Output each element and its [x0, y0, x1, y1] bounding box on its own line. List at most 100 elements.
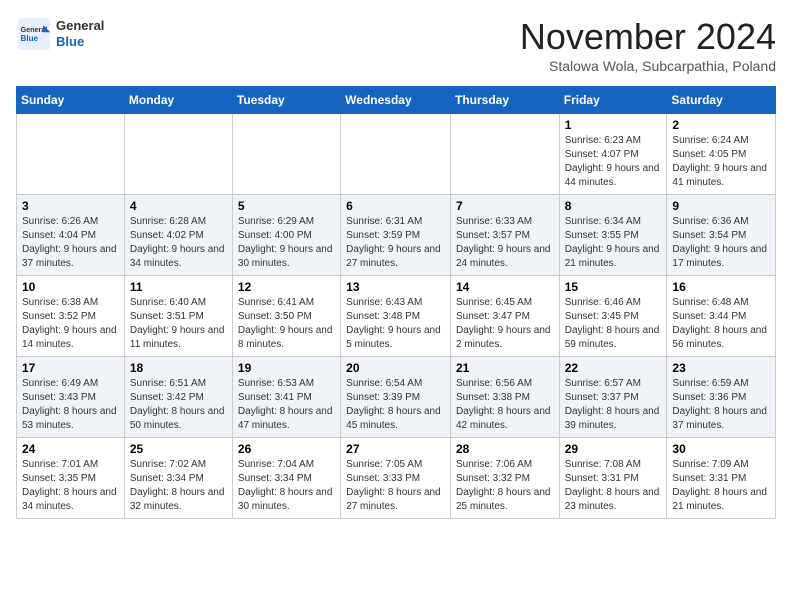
week-row-4: 17 Sunrise: 6:49 AM Sunset: 3:43 PM Dayli… [17, 357, 776, 438]
day-cell: 21 Sunrise: 6:56 AM Sunset: 3:38 PM Dayli… [450, 357, 559, 438]
day-info: Sunrise: 6:31 AM Sunset: 3:59 PM Dayligh… [346, 215, 445, 271]
day-info: Sunrise: 6:24 AM Sunset: 4:05 PM Dayligh… [672, 134, 770, 190]
day-number: 26 [238, 442, 335, 456]
day-cell [124, 114, 232, 195]
day-info: Sunrise: 6:59 AM Sunset: 3:36 PM Dayligh… [672, 377, 770, 433]
day-number: 19 [238, 361, 335, 375]
day-number: 8 [565, 199, 662, 213]
day-number: 22 [565, 361, 662, 375]
day-info: Sunrise: 6:41 AM Sunset: 3:50 PM Dayligh… [238, 296, 335, 352]
day-info: Sunrise: 6:40 AM Sunset: 3:51 PM Dayligh… [130, 296, 227, 352]
day-info: Sunrise: 6:46 AM Sunset: 3:45 PM Dayligh… [565, 296, 662, 352]
week-row-2: 3 Sunrise: 6:26 AM Sunset: 4:04 PM Daylig… [17, 195, 776, 276]
day-info: Sunrise: 6:54 AM Sunset: 3:39 PM Dayligh… [346, 377, 445, 433]
header-cell-thursday: Thursday [450, 87, 559, 114]
day-cell: 26 Sunrise: 7:04 AM Sunset: 3:34 PM Dayli… [232, 438, 340, 519]
calendar-table: SundayMondayTuesdayWednesdayThursdayFrid… [16, 86, 776, 519]
day-number: 6 [346, 199, 445, 213]
day-number: 30 [672, 442, 770, 456]
day-cell [232, 114, 340, 195]
day-cell: 9 Sunrise: 6:36 AM Sunset: 3:54 PM Daylig… [667, 195, 776, 276]
day-cell: 7Sunrise: 6:33 AM Sunset: 3:57 PM Daylig… [450, 195, 559, 276]
day-info: Sunrise: 6:26 AM Sunset: 4:04 PM Dayligh… [22, 215, 119, 271]
day-cell: 23 Sunrise: 6:59 AM Sunset: 3:36 PM Dayli… [667, 357, 776, 438]
day-info: Sunrise: 6:23 AM Sunset: 4:07 PM Dayligh… [565, 134, 662, 190]
day-cell: 25 Sunrise: 7:02 AM Sunset: 3:34 PM Dayli… [124, 438, 232, 519]
day-number: 27 [346, 442, 445, 456]
day-info: Sunrise: 6:28 AM Sunset: 4:02 PM Dayligh… [130, 215, 227, 271]
day-cell: 14Sunrise: 6:45 AM Sunset: 3:47 PM Dayli… [450, 276, 559, 357]
day-info: Sunrise: 6:49 AM Sunset: 3:43 PM Dayligh… [22, 377, 119, 433]
header-cell-wednesday: Wednesday [341, 87, 451, 114]
day-number: 24 [22, 442, 119, 456]
day-cell: 4 Sunrise: 6:28 AM Sunset: 4:02 PM Daylig… [124, 195, 232, 276]
day-cell: 1 Sunrise: 6:23 AM Sunset: 4:07 PM Daylig… [559, 114, 667, 195]
day-number: 23 [672, 361, 770, 375]
day-info: Sunrise: 7:02 AM Sunset: 3:34 PM Dayligh… [130, 458, 227, 514]
day-cell: 5Sunrise: 6:29 AM Sunset: 4:00 PM Daylig… [232, 195, 340, 276]
header-cell-tuesday: Tuesday [232, 87, 340, 114]
title-block: November 2024 Stalowa Wola, Subcarpathia… [520, 16, 776, 74]
day-cell: 10Sunrise: 6:38 AM Sunset: 3:52 PM Dayli… [17, 276, 125, 357]
day-info: Sunrise: 6:36 AM Sunset: 3:54 PM Dayligh… [672, 215, 770, 271]
day-info: Sunrise: 7:08 AM Sunset: 3:31 PM Dayligh… [565, 458, 662, 514]
day-info: Sunrise: 6:43 AM Sunset: 3:48 PM Dayligh… [346, 296, 445, 352]
day-number: 11 [130, 280, 227, 294]
day-cell: 3 Sunrise: 6:26 AM Sunset: 4:04 PM Daylig… [17, 195, 125, 276]
day-number: 21 [456, 361, 554, 375]
location-subtitle: Stalowa Wola, Subcarpathia, Poland [520, 58, 776, 74]
week-row-5: 24 Sunrise: 7:01 AM Sunset: 3:35 PM Dayli… [17, 438, 776, 519]
header-cell-saturday: Saturday [667, 87, 776, 114]
day-number: 16 [672, 280, 770, 294]
day-cell [450, 114, 559, 195]
week-row-3: 10Sunrise: 6:38 AM Sunset: 3:52 PM Dayli… [17, 276, 776, 357]
day-cell: 20 Sunrise: 6:54 AM Sunset: 3:39 PM Dayli… [341, 357, 451, 438]
calendar-header: SundayMondayTuesdayWednesdayThursdayFrid… [17, 87, 776, 114]
day-cell: 19Sunrise: 6:53 AM Sunset: 3:41 PM Dayli… [232, 357, 340, 438]
header-row: SundayMondayTuesdayWednesdayThursdayFrid… [17, 87, 776, 114]
header-cell-friday: Friday [559, 87, 667, 114]
day-cell [17, 114, 125, 195]
day-number: 20 [346, 361, 445, 375]
header-cell-sunday: Sunday [17, 87, 125, 114]
day-number: 25 [130, 442, 227, 456]
calendar-body: 1 Sunrise: 6:23 AM Sunset: 4:07 PM Daylig… [17, 114, 776, 519]
day-cell: 2 Sunrise: 6:24 AM Sunset: 4:05 PM Daylig… [667, 114, 776, 195]
day-info: Sunrise: 6:51 AM Sunset: 3:42 PM Dayligh… [130, 377, 227, 433]
day-cell: 11 Sunrise: 6:40 AM Sunset: 3:51 PM Dayli… [124, 276, 232, 357]
day-cell: 27Sunrise: 7:05 AM Sunset: 3:33 PM Dayli… [341, 438, 451, 519]
header-cell-monday: Monday [124, 87, 232, 114]
day-info: Sunrise: 6:34 AM Sunset: 3:55 PM Dayligh… [565, 215, 662, 271]
day-cell [341, 114, 451, 195]
day-info: Sunrise: 7:04 AM Sunset: 3:34 PM Dayligh… [238, 458, 335, 514]
day-number: 2 [672, 118, 770, 132]
page-header: General Blue General Blue November 2024 … [16, 16, 776, 74]
day-number: 9 [672, 199, 770, 213]
day-cell: 18 Sunrise: 6:51 AM Sunset: 3:42 PM Dayli… [124, 357, 232, 438]
day-cell: 13 Sunrise: 6:43 AM Sunset: 3:48 PM Dayli… [341, 276, 451, 357]
day-number: 4 [130, 199, 227, 213]
day-number: 15 [565, 280, 662, 294]
day-info: Sunrise: 6:33 AM Sunset: 3:57 PM Dayligh… [456, 215, 554, 271]
day-cell: 28Sunrise: 7:06 AM Sunset: 3:32 PM Dayli… [450, 438, 559, 519]
day-number: 12 [238, 280, 335, 294]
day-number: 5 [238, 199, 335, 213]
day-cell: 15 Sunrise: 6:46 AM Sunset: 3:45 PM Dayli… [559, 276, 667, 357]
day-number: 14 [456, 280, 554, 294]
day-info: Sunrise: 7:01 AM Sunset: 3:35 PM Dayligh… [22, 458, 119, 514]
logo: General Blue General Blue [16, 16, 104, 52]
day-number: 29 [565, 442, 662, 456]
day-number: 18 [130, 361, 227, 375]
logo-general-text: General [56, 18, 104, 33]
day-info: Sunrise: 6:56 AM Sunset: 3:38 PM Dayligh… [456, 377, 554, 433]
day-number: 13 [346, 280, 445, 294]
day-number: 3 [22, 199, 119, 213]
day-cell: 29 Sunrise: 7:08 AM Sunset: 3:31 PM Dayli… [559, 438, 667, 519]
day-number: 17 [22, 361, 119, 375]
day-cell: 12 Sunrise: 6:41 AM Sunset: 3:50 PM Dayli… [232, 276, 340, 357]
day-number: 1 [565, 118, 662, 132]
day-cell: 22Sunrise: 6:57 AM Sunset: 3:37 PM Dayli… [559, 357, 667, 438]
day-number: 10 [22, 280, 119, 294]
day-cell: 6 Sunrise: 6:31 AM Sunset: 3:59 PM Daylig… [341, 195, 451, 276]
day-number: 28 [456, 442, 554, 456]
